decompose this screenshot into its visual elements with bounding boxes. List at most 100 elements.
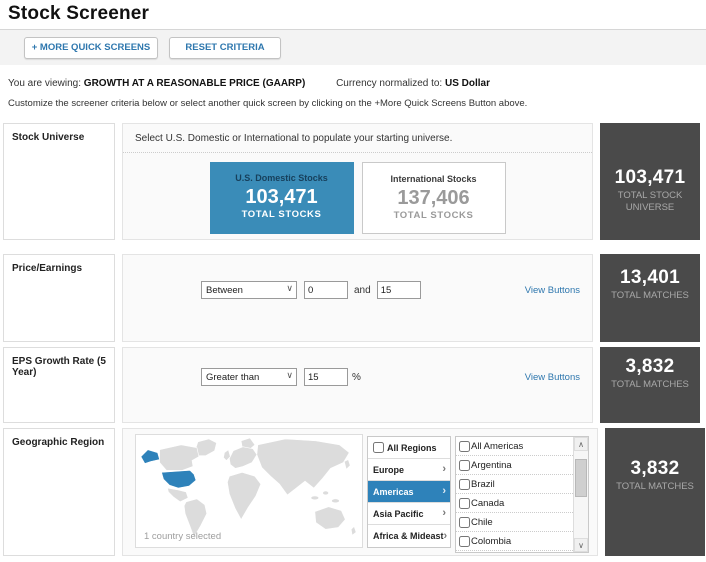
region-label: Americas — [373, 486, 414, 497]
price-earnings-label: Price/Earnings — [3, 254, 115, 342]
eps-growth-content: Greater than ∨ % View Buttons — [122, 347, 593, 423]
geo-total-matches-panel: 3,832 TOTAL MATCHES — [605, 428, 705, 556]
geo-total-matches-value: 3,832 — [630, 458, 680, 479]
stock-universe-label: Stock Universe — [3, 123, 115, 240]
universe-instruction: Select U.S. Domestic or International to… — [123, 124, 592, 153]
map-mexico — [167, 487, 189, 503]
map-new-guinea — [331, 498, 340, 504]
country-label: All Americas — [471, 440, 524, 452]
country-checkbox[interactable] — [459, 535, 470, 547]
map-philippines — [322, 490, 329, 496]
total-stock-universe-panel: 103,471 TOTAL STOCK UNIVERSE — [600, 123, 700, 240]
viewing-prefix: You are viewing: — [8, 78, 82, 89]
geographic-region-row: Geographic Region 1 country selected All… — [3, 428, 705, 556]
eps-growth-label: EPS Growth Rate (5 Year) — [3, 347, 115, 423]
pe-total-matches-caption: TOTAL MATCHES — [611, 290, 689, 301]
country-checkbox[interactable] — [459, 440, 470, 452]
region-item-asia-pacific[interactable]: Asia Pacific › — [368, 503, 450, 525]
country-label: Brazil — [471, 478, 495, 490]
eps-total-matches-caption: TOTAL MATCHES — [611, 379, 689, 390]
eps-operator-select-wrap: Greater than ∨ — [201, 368, 297, 386]
all-regions-label: All Regions — [387, 442, 437, 453]
eps-value-input[interactable] — [304, 368, 348, 386]
chevron-right-icon: › — [442, 463, 446, 475]
region-label: Africa & Mideast — [373, 531, 444, 541]
country-scrollbar[interactable]: ∧ ∨ — [573, 437, 588, 552]
currency-prefix: Currency normalized to: — [336, 78, 443, 89]
region-item-europe[interactable]: Europe › — [368, 459, 450, 481]
country-item-all-americas[interactable]: All Americas — [456, 437, 573, 456]
country-list: All Americas Argentina Brazil Canada Chile Co… — [456, 437, 573, 552]
pe-total-matches-panel: 13,401 TOTAL MATCHES — [600, 254, 700, 342]
country-panel: All Americas Argentina Brazil Canada Chile Co… — [455, 436, 589, 553]
map-japan — [343, 459, 351, 470]
map-new-zealand — [350, 525, 357, 536]
country-label: Argentina — [471, 459, 512, 471]
region-menu: All Regions Europe › Americas › Asia Pacific… — [367, 436, 451, 548]
country-item-chile[interactable]: Chile — [456, 513, 573, 532]
pe-total-matches-value: 13,401 — [620, 267, 680, 288]
domestic-card-value: 103,471 — [245, 186, 318, 208]
stock-universe-content: Select U.S. Domestic or International to… — [122, 123, 593, 240]
pe-operator-select[interactable]: Between — [201, 281, 297, 299]
international-card-value: 137,406 — [397, 187, 470, 209]
map-indonesia — [310, 495, 320, 501]
map-australia — [314, 506, 346, 530]
price-earnings-content: Between ∨ and View Buttons — [122, 254, 593, 342]
reset-criteria-button[interactable]: RESET CRITERIA — [169, 36, 281, 59]
country-item-argentina[interactable]: Argentina — [456, 456, 573, 475]
region-label: Asia Pacific — [373, 508, 424, 519]
stock-universe-row: Stock Universe Select U.S. Domestic or I… — [3, 123, 700, 240]
all-regions-checkbox[interactable] — [373, 442, 384, 453]
region-item-americas[interactable]: Americas › — [368, 481, 450, 503]
chevron-right-icon: › — [442, 507, 446, 519]
map-europe — [229, 446, 258, 469]
domestic-card-caption: TOTAL STOCKS — [241, 209, 322, 220]
region-item-all-regions[interactable]: All Regions — [368, 437, 450, 459]
scrollbar-track[interactable] — [574, 451, 588, 538]
eps-growth-row: EPS Growth Rate (5 Year) Greater than ∨ … — [3, 347, 700, 423]
country-label: Colombia — [471, 535, 512, 547]
map-africa — [227, 472, 262, 521]
country-item-canada[interactable]: Canada — [456, 494, 573, 513]
domestic-card-title: U.S. Domestic Stocks — [235, 173, 328, 183]
country-checkbox[interactable] — [459, 497, 470, 509]
country-label: Chile — [471, 516, 493, 528]
scroll-up-icon[interactable]: ∧ — [574, 437, 588, 451]
country-item-partial[interactable] — [456, 551, 573, 552]
eps-operator-select[interactable]: Greater than — [201, 368, 297, 386]
country-label: Canada — [471, 497, 505, 509]
country-item-brazil[interactable]: Brazil — [456, 475, 573, 494]
chevron-right-icon: › — [443, 529, 448, 542]
map-alaska-selected — [140, 449, 160, 464]
region-label: Europe — [373, 464, 405, 475]
country-item-colombia[interactable]: Colombia — [456, 532, 573, 551]
map-selection-caption: 1 country selected — [144, 531, 222, 542]
eps-unit-label: % — [352, 371, 361, 383]
pe-view-buttons-link[interactable]: View Buttons — [525, 285, 580, 296]
active-screen-name: GROWTH AT A REASONABLE PRICE (GAARP) — [83, 78, 306, 89]
us-domestic-stocks-card[interactable]: U.S. Domestic Stocks 103,471 TOTAL STOCK… — [209, 162, 354, 234]
pe-min-input[interactable] — [304, 281, 348, 299]
geographic-region-label: Geographic Region — [3, 428, 115, 556]
scrollbar-thumb[interactable] — [575, 458, 587, 498]
map-usa-selected — [161, 470, 197, 489]
country-checkbox[interactable] — [459, 478, 470, 490]
geographic-region-content: 1 country selected All Regions Europe › Am… — [122, 428, 598, 556]
international-stocks-card[interactable]: International Stocks 137,406 TOTAL STOCK… — [361, 162, 506, 234]
country-checkbox[interactable] — [459, 459, 470, 471]
international-card-title: International Stocks — [390, 174, 477, 184]
geo-total-matches-caption: TOTAL MATCHES — [616, 481, 694, 492]
scroll-down-icon[interactable]: ∨ — [574, 538, 588, 552]
more-quick-screens-button[interactable]: + MORE QUICK SCREENS — [24, 36, 158, 59]
pe-operator-select-wrap: Between ∨ — [201, 281, 297, 299]
international-card-caption: TOTAL STOCKS — [393, 210, 474, 221]
currency-value: US Dollar — [445, 78, 491, 89]
region-item-africa-mideast[interactable]: Africa & Mideast › — [368, 525, 450, 547]
world-map[interactable]: 1 country selected — [135, 434, 363, 548]
eps-view-buttons-link[interactable]: View Buttons — [525, 372, 580, 383]
price-earnings-row: Price/Earnings Between ∨ and View Button… — [3, 254, 700, 342]
country-checkbox[interactable] — [459, 516, 470, 528]
map-canada — [159, 444, 200, 471]
pe-max-input[interactable] — [376, 281, 421, 299]
